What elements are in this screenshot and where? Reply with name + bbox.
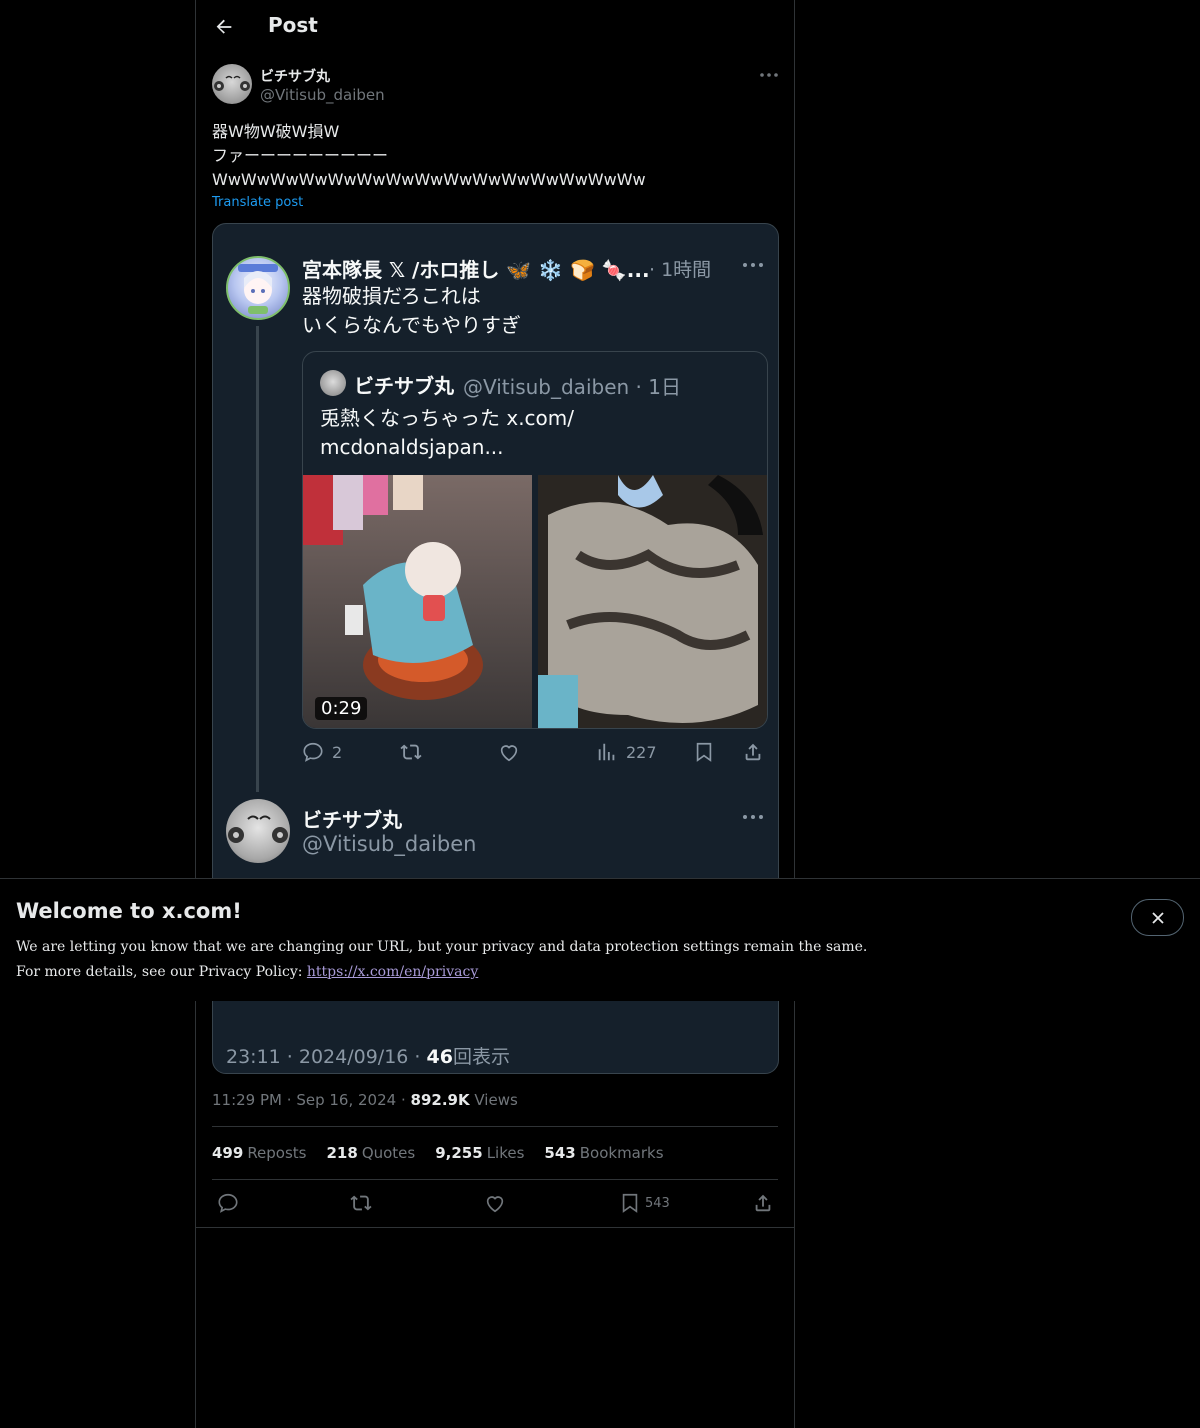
views-count: 892.9K xyxy=(410,1091,470,1109)
quote-text-line: 器物破損だろこれは xyxy=(302,284,481,308)
inner-avatar xyxy=(320,370,346,396)
author-name[interactable]: ビチサブ丸 xyxy=(260,66,330,86)
video-thumbnail: 0:29 xyxy=(303,475,532,728)
screenshot-meta-time: 23:11 · 2024/09/16 · xyxy=(226,1046,421,1068)
quotes-count: 218 xyxy=(326,1144,358,1162)
screenshot-meta-count: 46 xyxy=(426,1046,453,1068)
reposts-stat[interactable]: 499 Reposts xyxy=(212,1144,307,1162)
banner-title: Welcome to x.com! xyxy=(16,899,242,923)
views-label: Views xyxy=(474,1091,518,1109)
reply-avatar xyxy=(226,799,290,863)
bookmark-button[interactable]: 543 xyxy=(619,1192,679,1214)
quote-share-icon xyxy=(741,740,765,764)
quote-reply-action: 2 xyxy=(302,740,342,764)
post-text-line: 器W物W破W損W xyxy=(212,122,340,141)
close-icon xyxy=(1151,911,1164,924)
inner-author-name: ビチサブ丸 xyxy=(354,374,454,398)
quote-more-icon xyxy=(741,256,765,274)
repost-icon[interactable] xyxy=(350,1192,372,1214)
main-column: Post ビチサブ丸 @Vitisub_daiben 器W物W破W損W ファーー… xyxy=(195,0,795,1428)
quotes-stat[interactable]: 218 Quotes xyxy=(327,1144,416,1162)
quote-text-line: いくらなんでもやりすぎ xyxy=(302,313,521,337)
reply-author-name: ビチサブ丸 xyxy=(302,808,402,832)
inner-author-handle: @Vitisub_daiben · 1日 xyxy=(463,375,681,399)
inner-quoted-post: ビチサブ丸 @Vitisub_daiben · 1日 兎熱くなっちゃった x.c… xyxy=(302,351,768,729)
quote-text: 器物破損だろこれは いくらなんでもやりすぎ xyxy=(302,282,521,340)
quote-time: · 1時間 xyxy=(649,259,712,281)
more-options-icon[interactable] xyxy=(758,66,780,84)
page-title: Post xyxy=(268,13,318,37)
bookmark-count: 543 xyxy=(645,1195,670,1211)
divider xyxy=(212,1126,778,1127)
quote-author-name: 宮本隊長 𝕏 /ホロ推し 🦋 ❄️ 🍞 🍬... xyxy=(302,258,650,282)
quote-bookmark-icon xyxy=(693,740,715,764)
banner-line: We are letting you know that we are chan… xyxy=(16,939,868,955)
inner-text-line: mcdonaldsjapan... xyxy=(320,435,504,459)
image-thumbnail xyxy=(538,475,767,728)
inner-text-line: 兎熱くなっちゃった x.com/ xyxy=(320,406,575,430)
post-time[interactable]: 11:29 PM xyxy=(212,1091,282,1109)
post-text-line: ファーーーーーーーーー xyxy=(212,146,389,165)
back-arrow-icon[interactable] xyxy=(213,16,235,38)
quote-avatar xyxy=(226,256,290,320)
reply-icon[interactable] xyxy=(217,1192,239,1214)
post-timestamp: 11:29 PM · Sep 16, 2024 · 892.9K Views xyxy=(212,1091,518,1109)
bookmarks-stat[interactable]: 543 Bookmarks xyxy=(544,1144,663,1162)
divider xyxy=(196,1227,794,1228)
quote-like-icon xyxy=(497,740,521,764)
likes-label: Likes xyxy=(486,1144,525,1162)
banner-line-2: For more details, see our Privacy Policy… xyxy=(16,960,867,985)
like-icon[interactable] xyxy=(484,1192,506,1214)
quotes-label: Quotes xyxy=(361,1144,416,1162)
video-duration: 0:29 xyxy=(315,697,368,720)
reposts-count: 499 xyxy=(212,1144,244,1162)
quote-repost-icon xyxy=(399,740,423,764)
separator: · xyxy=(400,1091,406,1109)
reply-author-handle: @Vitisub_daiben xyxy=(302,832,477,856)
share-icon[interactable] xyxy=(752,1192,774,1214)
translate-post-link[interactable]: Translate post xyxy=(212,195,303,210)
author-handle[interactable]: @Vitisub_daiben xyxy=(260,86,385,104)
post-text: 器W物W破W損W ファーーーーーーーーー WwWwWwWwWwWwWwWwWwW… xyxy=(212,120,646,192)
banner-body: We are letting you know that we are chan… xyxy=(16,935,867,985)
screenshot-meta: 23:11 · 2024/09/16 · 46回表示 xyxy=(226,1042,510,1069)
likes-count: 9,255 xyxy=(435,1144,483,1162)
avatar[interactable] xyxy=(212,64,252,104)
reposts-label: Reposts xyxy=(247,1144,307,1162)
inner-text: 兎熱くなっちゃった x.com/ mcdonaldsjapan... xyxy=(320,404,574,462)
engagement-stats: 499 Reposts 218 Quotes 9,255 Likes 543 Bookm… xyxy=(212,1144,664,1162)
likes-stat[interactable]: 9,255 Likes xyxy=(435,1144,524,1162)
quote-views-count: 227 xyxy=(626,742,657,762)
reply-more-icon xyxy=(741,808,765,826)
bookmarks-count: 543 xyxy=(544,1144,576,1162)
close-button[interactable] xyxy=(1131,899,1184,936)
quote-views-action: 227 xyxy=(596,740,657,764)
bookmarks-label: Bookmarks xyxy=(579,1144,664,1162)
post-text-line: WwWwWwWwWwWwWwWwWwWwWwWwWwWwWw xyxy=(212,170,646,189)
quote-reply-count: 2 xyxy=(332,742,343,762)
divider xyxy=(212,1179,778,1180)
thread-line xyxy=(256,326,259,792)
welcome-banner: Welcome to x.com! We are letting you kno… xyxy=(0,878,1200,1001)
screenshot-meta-label: 回表示 xyxy=(452,1046,510,1068)
post-date[interactable]: Sep 16, 2024 xyxy=(296,1091,396,1109)
privacy-policy-link[interactable]: https://x.com/en/privacy xyxy=(307,964,478,980)
bookmark-icon xyxy=(622,1193,638,1213)
separator: · xyxy=(286,1091,292,1109)
banner-line-prefix: For more details, see our Privacy Policy… xyxy=(16,964,303,980)
